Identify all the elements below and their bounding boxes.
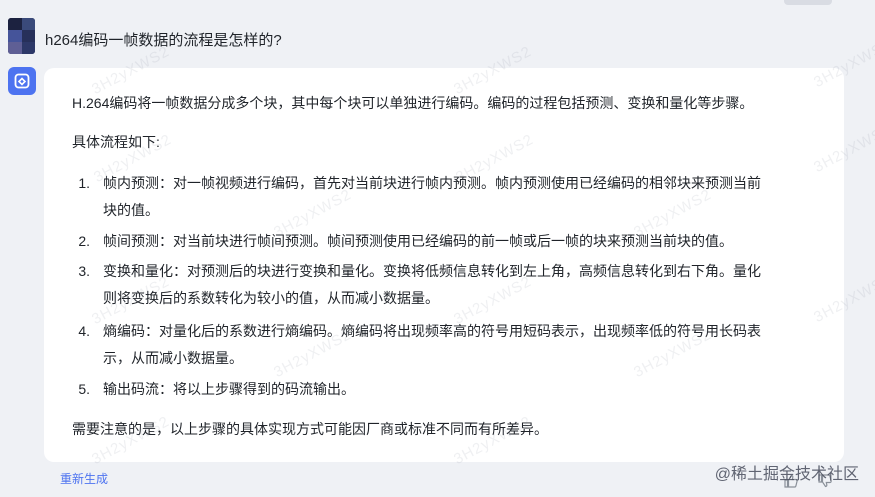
step-text: 熵编码：对量化后的系数进行熵编码。熵编码将出现频率高的符号用短码表示，出现频率低… [103,318,813,372]
step-number: 3. [78,263,90,279]
step-text: 帧间预测：对当前块进行帧间预测。帧间预测使用已经编码的前一帧或后一帧的块来预测当… [103,228,813,255]
answer-flow-title: 具体流程如下: [72,134,160,150]
step-text: 帧内预测：对一帧视频进行编码，首先对当前块进行帧内预测。帧内预测使用已经编码的相… [103,170,813,224]
step-item: 1. 帧内预测：对一帧视频进行编码，首先对当前块进行帧内预测。帧内预测使用已经编… [74,170,814,224]
step-line: 则将变换后的系数转化为较小的值，从而减小数据量。 [103,290,439,306]
top-bar-handle [784,0,832,5]
step-line: 输出码流：将以上步骤得到的码流输出。 [103,381,355,397]
answer-note: 需要注意的是，以上步骤的具体实现方式可能因厂商或标准不同而有所差异。 [72,421,548,437]
step-item: 5. 输出码流：将以上步骤得到的码流输出。 [74,376,814,403]
step-number: 1. [78,175,90,191]
step-item: 3. 变换和量化：对预测后的块进行变换和量化。变换将低频信息转化到左上角，高频信… [74,258,814,312]
step-line: 块的值。 [103,202,159,218]
bot-avatar-icon [8,67,36,95]
regenerate-button[interactable]: 重新生成 [60,470,108,487]
step-line: 变换和量化：对预测后的块进行变换和量化。变换将低频信息转化到左上角，高频信息转化… [103,263,761,279]
step-number: 5. [78,381,90,397]
user-question: h264编码一帧数据的流程是怎样的? [45,32,282,49]
step-line: 熵编码：对量化后的系数进行熵编码。熵编码将出现频率高的符号用短码表示，出现频率低… [103,323,761,339]
step-text: 输出码流：将以上步骤得到的码流输出。 [103,376,813,403]
step-line: 帧间预测：对当前块进行帧间预测。帧间预测使用已经编码的前一帧或后一帧的块来预测当… [103,233,733,249]
step-item: 4. 熵编码：对量化后的系数进行熵编码。熵编码将出现频率高的符号用短码表示，出现… [74,318,814,372]
step-text: 变换和量化：对预测后的块进行变换和量化。变换将低频信息转化到左上角，高频信息转化… [103,258,813,312]
step-line: 示，从而减小数据量。 [103,350,243,366]
step-line: 帧内预测：对一帧视频进行编码，首先对当前块进行帧内预测。帧内预测使用已经编码的相… [103,175,761,191]
step-number: 4. [78,323,90,339]
step-number: 2. [78,233,90,249]
site-credit-watermark: @稀土掘金技术社区 [714,466,859,483]
step-item: 2. 帧间预测：对当前块进行帧间预测。帧间预测使用已经编码的前一帧或后一帧的块来… [74,228,814,255]
cube-logo-icon [14,73,30,89]
user-message-row: h264编码一帧数据的流程是怎样的? [8,18,875,56]
top-bar [0,0,875,14]
answer-card: H.264编码将一帧数据分成多个块，其中每个块可以单独进行编码。编码的过程包括预… [44,68,844,462]
answer-intro: H.264编码将一帧数据分成多个块，其中每个块可以单独进行编码。编码的过程包括预… [72,95,754,111]
user-avatar-icon [8,18,35,54]
